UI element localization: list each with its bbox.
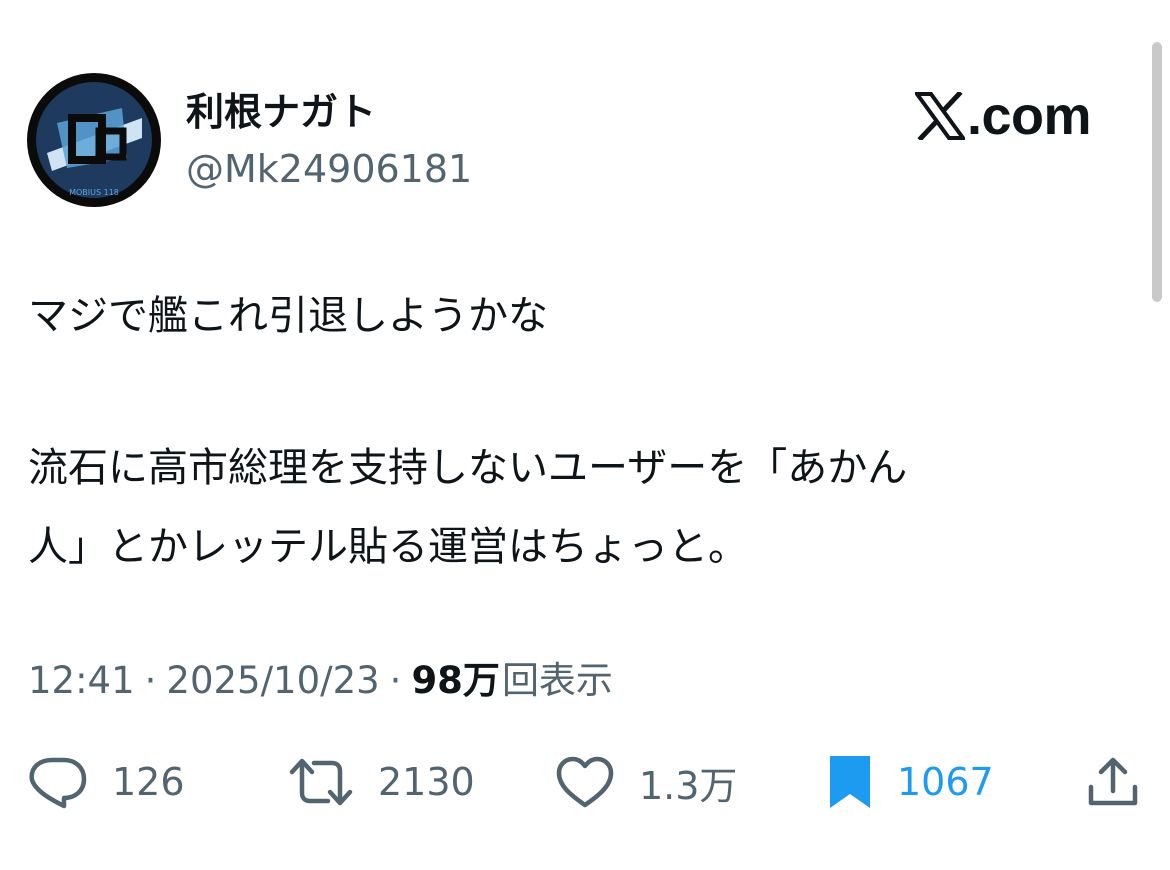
site-logo: .com [915, 86, 1092, 146]
like-count: 1.3万 [639, 763, 738, 808]
x-logo-icon [915, 92, 965, 140]
author-display-name[interactable]: 利根ナガト [186, 88, 376, 136]
bookmark-icon [830, 756, 870, 808]
tweet-meta: 12:41 · 2025/10/23 · 98万 回表示 [28, 655, 613, 707]
reply-icon [29, 757, 87, 809]
share-button[interactable] [1086, 752, 1140, 812]
site-domain-text: .com [967, 86, 1092, 146]
views-label[interactable]: 回表示 [502, 655, 613, 707]
tweet-date[interactable]: 2025/10/23 [166, 655, 379, 707]
tweet-text-line: 人」とかレッテル貼る運営はちょっと。 [28, 524, 748, 570]
repost-icon [289, 758, 353, 806]
author-handle[interactable]: @Mk24906181 [186, 145, 472, 193]
reply-count: 126 [112, 760, 185, 804]
repost-button[interactable]: 2130 [288, 752, 475, 812]
avatar-badge-text: MOBIUS 118 [69, 188, 119, 197]
tweet-text-line: 流石に高市総理を支持しないユーザーを「あかん [28, 445, 908, 491]
meta-separator: · [389, 659, 402, 702]
tweet-text-line: マジで艦これ引退しようかな [28, 293, 548, 339]
reply-button[interactable]: 126 [28, 752, 185, 812]
avatar[interactable]: MOBIUS 118 [27, 73, 161, 207]
scrollbar[interactable] [1152, 42, 1162, 302]
bookmark-button[interactable]: 1067 [827, 752, 994, 812]
views-count[interactable]: 98万 [411, 655, 500, 707]
share-icon [1088, 757, 1138, 806]
like-button[interactable]: 1.3万 [555, 752, 737, 812]
tweet-time[interactable]: 12:41 [28, 655, 135, 707]
heart-icon [556, 756, 614, 808]
repost-count: 2130 [378, 760, 475, 804]
meta-separator: · [144, 659, 157, 702]
bookmark-count: 1067 [897, 760, 994, 804]
